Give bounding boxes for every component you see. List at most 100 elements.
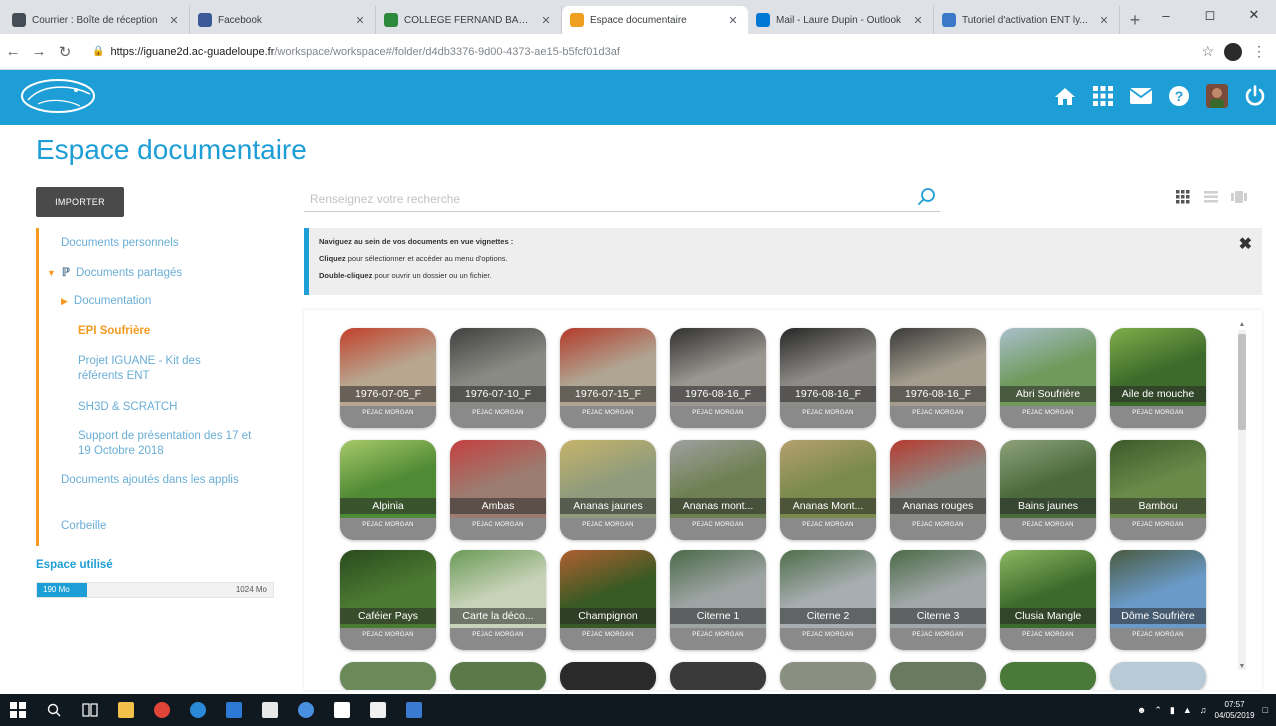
close-tab-icon[interactable]: ✕ <box>1097 14 1111 27</box>
file-thumbnail[interactable]: Citerne 1 PEJAC MORGAN <box>670 550 766 650</box>
import-button[interactable]: IMPORTER <box>36 187 124 217</box>
close-tab-icon[interactable]: ✕ <box>167 14 181 27</box>
forward-button[interactable]: → <box>26 39 52 65</box>
scroll-up-arrow-icon[interactable]: ▲ <box>1236 320 1248 330</box>
file-thumbnail[interactable] <box>780 662 876 690</box>
file-thumbnail[interactable]: Caféier Pays PEJAC MORGAN <box>340 550 436 650</box>
tree-item-epi-soufriere[interactable]: EPI Soufrière <box>78 324 278 339</box>
file-thumbnail[interactable]: Dôme Soufrière PEJAC MORGAN <box>1110 550 1206 650</box>
task-view-icon[interactable] <box>72 694 108 726</box>
iguane-logo[interactable] <box>18 76 102 116</box>
file-thumbnail[interactable] <box>340 662 436 690</box>
close-window-button[interactable]: ✕ <box>1232 0 1276 30</box>
file-thumbnail[interactable]: 1976-07-05_F PEJAC MORGAN <box>340 328 436 428</box>
browser-tab[interactable]: Tutoriel d'activation ENT ly... ✕ <box>934 6 1120 34</box>
search-taskbar-icon[interactable] <box>36 694 72 726</box>
browser-tab[interactable]: Mail - Laure Dupin - Outlook ✕ <box>748 6 934 34</box>
file-thumbnail[interactable] <box>670 662 766 690</box>
people-icon[interactable]: ☻ <box>1137 705 1146 715</box>
browser-tab[interactable]: Facebook ✕ <box>190 6 376 34</box>
file-thumbnail[interactable]: Bains jaunes PEJAC MORGAN <box>1000 440 1096 540</box>
file-thumbnail[interactable]: Carte la déco... PEJAC MORGAN <box>450 550 546 650</box>
avatar[interactable] <box>1204 81 1230 111</box>
carousel-view-icon[interactable] <box>1231 189 1247 205</box>
file-thumbnail[interactable]: Ananas mont... PEJAC MORGAN <box>670 440 766 540</box>
file-thumbnail[interactable] <box>450 662 546 690</box>
bookmark-star-icon[interactable]: ☆ <box>1201 43 1214 60</box>
tree-item-shared-documents[interactable]: ▼ ℙ Documents partagés <box>47 266 277 281</box>
tree-item-sh3d-scratch[interactable]: SH3D & SCRATCH <box>78 400 278 415</box>
tree-item-applis-documents[interactable]: Documents ajoutés dans les applis <box>61 473 261 488</box>
maximize-button[interactable]: ◻ <box>1188 0 1232 30</box>
file-thumbnail[interactable]: Champignon PEJAC MORGAN <box>560 550 656 650</box>
volume-icon[interactable]: ♫ <box>1200 705 1207 715</box>
mail-taskbar-icon[interactable] <box>324 694 360 726</box>
file-thumbnail[interactable]: 1976-08-16_F PEJAC MORGAN <box>890 328 986 428</box>
apps-grid-icon[interactable] <box>1090 81 1116 111</box>
home-icon[interactable] <box>1052 81 1078 111</box>
scroll-thumb[interactable] <box>1238 334 1246 430</box>
photos-icon[interactable] <box>252 694 288 726</box>
close-banner-icon[interactable]: ✖ <box>1239 234 1252 254</box>
caret-down-icon[interactable]: ▼ <box>47 268 56 278</box>
notifications-icon[interactable]: □ <box>1263 705 1268 715</box>
file-thumbnail[interactable]: Ananas rouges PEJAC MORGAN <box>890 440 986 540</box>
file-thumbnail[interactable]: Aile de mouche PEJAC MORGAN <box>1110 328 1206 428</box>
scroll-down-arrow-icon[interactable]: ▼ <box>1236 662 1248 672</box>
tree-item-projet-iguane[interactable]: Projet IGUANE - Kit des référents ENT <box>78 354 248 384</box>
search-icon[interactable] <box>917 187 937 207</box>
file-thumbnail[interactable]: Alpinia PEJAC MORGAN <box>340 440 436 540</box>
close-tab-icon[interactable]: ✕ <box>726 14 740 27</box>
tree-item-support-presentation[interactable]: Support de présentation des 17 et 19 Oct… <box>78 429 258 459</box>
tree-item-personal-documents[interactable]: Documents personnels <box>61 236 281 251</box>
file-thumbnail[interactable] <box>1110 662 1206 690</box>
power-icon[interactable] <box>1242 81 1268 111</box>
list-view-icon[interactable] <box>1203 189 1219 205</box>
file-thumbnail[interactable]: 1976-07-15_F PEJAC MORGAN <box>560 328 656 428</box>
thumbnails-view-icon[interactable] <box>1175 189 1191 205</box>
windows-start-icon[interactable] <box>0 694 36 726</box>
tree-item-trash[interactable]: Corbeille <box>61 519 261 534</box>
browser-tab[interactable]: Espace documentaire ✕ <box>562 6 748 34</box>
file-thumbnail[interactable]: 1976-08-16_F PEJAC MORGAN <box>780 328 876 428</box>
profile-avatar[interactable] <box>1224 42 1242 61</box>
minimize-button[interactable]: – <box>1144 0 1188 30</box>
grid-scrollbar[interactable]: ▲ ▼ <box>1236 320 1248 680</box>
browser-menu-icon[interactable]: ⋮ <box>1252 43 1266 60</box>
file-thumbnail[interactable]: Ananas Mont... PEJAC MORGAN <box>780 440 876 540</box>
app-icon[interactable] <box>396 694 432 726</box>
mail-icon[interactable] <box>1128 81 1154 111</box>
close-tab-icon[interactable]: ✕ <box>911 14 925 27</box>
file-thumbnail[interactable] <box>560 662 656 690</box>
file-explorer-icon[interactable] <box>108 694 144 726</box>
reload-button[interactable]: ↻ <box>52 39 78 65</box>
chrome-icon[interactable] <box>144 694 180 726</box>
back-button[interactable]: ← <box>0 39 26 65</box>
browser-tab[interactable]: COLLEGE FERNAND BALIN : ✕ <box>376 6 562 34</box>
clock[interactable]: 07:57 04/05/2019 <box>1215 699 1255 721</box>
caret-right-icon[interactable]: ▶ <box>61 296 68 306</box>
browser-tab[interactable]: Courrier : Boîte de réception ✕ <box>4 6 190 34</box>
file-thumbnail[interactable] <box>890 662 986 690</box>
close-tab-icon[interactable]: ✕ <box>539 14 553 27</box>
file-thumbnail[interactable]: Bambou PEJAC MORGAN <box>1110 440 1206 540</box>
help-icon[interactable]: ? <box>1166 81 1192 111</box>
file-thumbnail[interactable] <box>1000 662 1096 690</box>
tray-chevron-icon[interactable]: ⌃ <box>1154 705 1162 716</box>
file-thumbnail[interactable]: 1976-07-10_F PEJAC MORGAN <box>450 328 546 428</box>
file-thumbnail[interactable]: Abri Soufrière PEJAC MORGAN <box>1000 328 1096 428</box>
file-thumbnail[interactable]: Citerne 2 PEJAC MORGAN <box>780 550 876 650</box>
tree-item-documentation[interactable]: ▶ Documentation <box>61 294 281 309</box>
close-tab-icon[interactable]: ✕ <box>353 14 367 27</box>
store-icon[interactable] <box>216 694 252 726</box>
media-icon[interactable] <box>288 694 324 726</box>
file-thumbnail[interactable]: Clusia Mangle PEJAC MORGAN <box>1000 550 1096 650</box>
edge-icon[interactable] <box>180 694 216 726</box>
url-field[interactable]: 🔒 https://iguane2d.ac-guadeloupe.fr/work… <box>86 39 1193 65</box>
search-input[interactable] <box>304 186 940 212</box>
file-thumbnail[interactable]: 1976-08-16_F PEJAC MORGAN <box>670 328 766 428</box>
battery-icon[interactable]: ▮ <box>1170 705 1175 716</box>
file-thumbnail[interactable]: Citerne 3 PEJAC MORGAN <box>890 550 986 650</box>
shop-icon[interactable] <box>360 694 396 726</box>
file-thumbnail[interactable]: Ambas PEJAC MORGAN <box>450 440 546 540</box>
